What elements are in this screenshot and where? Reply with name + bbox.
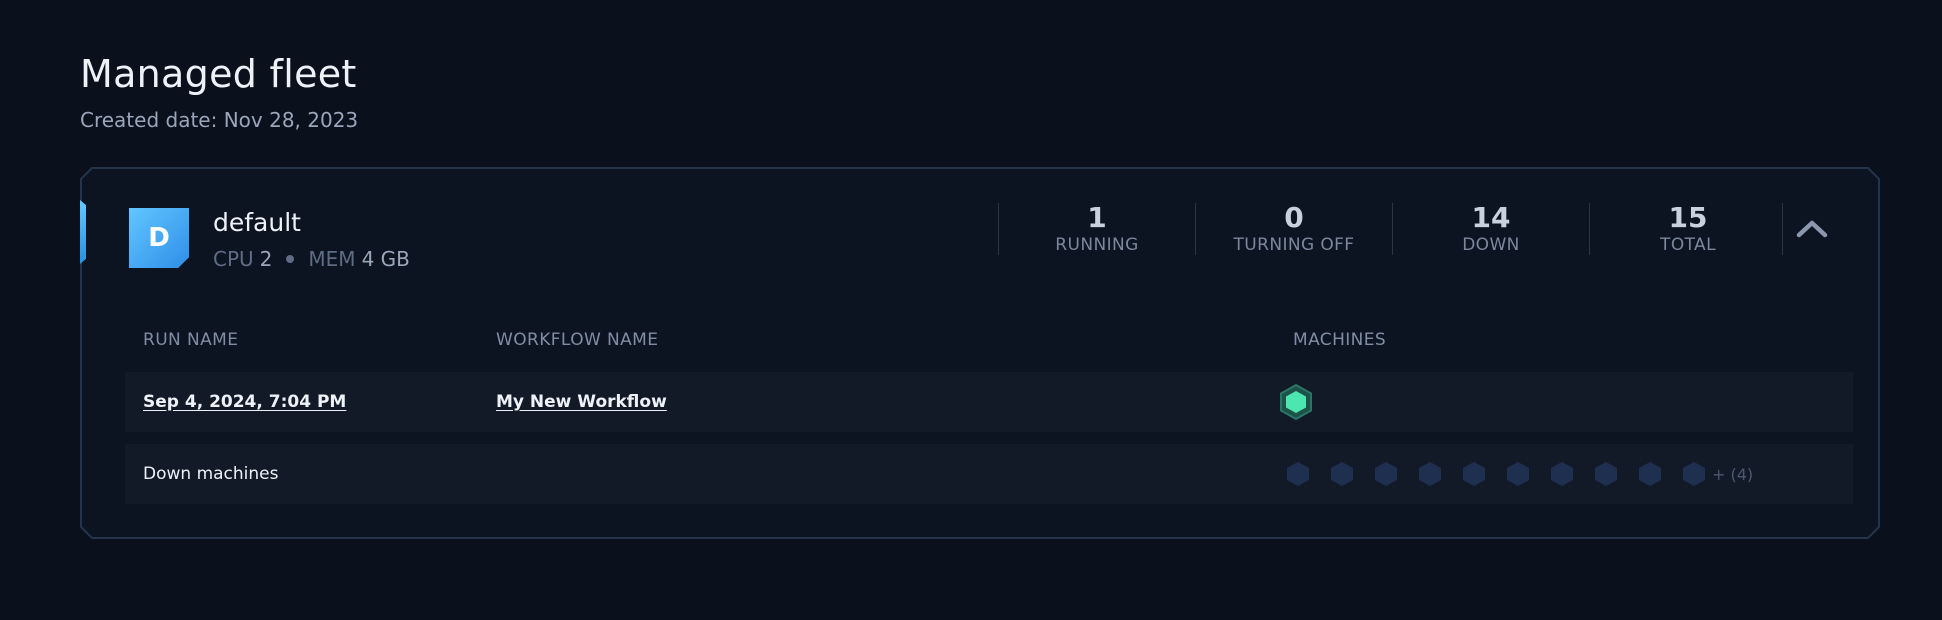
down-machine-hex-icon[interactable] — [1594, 461, 1618, 487]
column-header-machines: MACHINES — [1293, 330, 1387, 350]
stat-total: 15 TOTAL — [1589, 203, 1786, 255]
running-machines — [1278, 372, 1314, 432]
table-row-down-machines: Down machines + (4) — [125, 444, 1853, 504]
stat-label: RUNNING — [1055, 235, 1139, 255]
stat-value: 1 — [1087, 201, 1107, 234]
spec-separator-dot — [286, 255, 295, 263]
stat-label: TURNING OFF — [1233, 235, 1355, 255]
cpu-label: CPU — [213, 247, 254, 271]
column-header-workflow-name: WORKFLOW NAME — [496, 330, 659, 350]
down-machines-label: Down machines — [143, 464, 279, 484]
down-machines: + (4) — [1286, 444, 1753, 504]
down-machine-hex-icon[interactable] — [1638, 461, 1662, 487]
workflow-name-link[interactable]: My New Workflow — [496, 392, 667, 412]
page-title: Managed fleet — [80, 52, 357, 96]
down-machine-hex-icon[interactable] — [1418, 461, 1442, 487]
fleet-card: D default CPU 2 MEM 4 GB 1 RUNNING 0 TUR… — [80, 167, 1880, 539]
running-machine-hex-icon[interactable] — [1278, 383, 1314, 421]
page: Managed fleet Created date: Nov 28, 2023… — [0, 0, 1942, 620]
fleet-avatar: D — [129, 208, 189, 268]
table-row: Sep 4, 2024, 7:04 PM My New Workflow — [125, 372, 1853, 432]
stat-value: 0 — [1284, 201, 1304, 234]
more-down-machines[interactable]: + (4) — [1712, 465, 1753, 484]
down-machine-hex-icon[interactable] — [1506, 461, 1530, 487]
stat-label: TOTAL — [1660, 235, 1716, 255]
down-machine-hex-icon[interactable] — [1374, 461, 1398, 487]
stat-running: 1 RUNNING — [998, 203, 1195, 255]
created-date: Created date: Nov 28, 2023 — [80, 108, 359, 132]
down-machine-hex-icon[interactable] — [1550, 461, 1574, 487]
collapse-button[interactable] — [1782, 203, 1841, 255]
fleet-stats: 1 RUNNING 0 TURNING OFF 14 DOWN 15 TOTAL — [998, 203, 1786, 255]
fleet-specs: CPU 2 MEM 4 GB — [213, 247, 410, 271]
chevron-up-icon — [1796, 220, 1828, 238]
stat-value: 15 — [1668, 201, 1708, 234]
fleet-name: default — [213, 208, 301, 237]
cpu-value: 2 — [259, 247, 273, 271]
stat-turning-off: 0 TURNING OFF — [1195, 203, 1392, 255]
mem-label: MEM — [308, 247, 356, 271]
stat-down: 14 DOWN — [1392, 203, 1589, 255]
stat-value: 14 — [1471, 201, 1511, 234]
mem-value: 4 GB — [361, 247, 410, 271]
fleet-accent-tab — [80, 200, 86, 264]
down-machine-hex-icon[interactable] — [1682, 461, 1706, 487]
down-machine-hex-icon[interactable] — [1462, 461, 1486, 487]
column-header-run-name: RUN NAME — [143, 330, 239, 350]
down-machine-hex-icon[interactable] — [1330, 461, 1354, 487]
stat-label: DOWN — [1462, 235, 1520, 255]
down-machine-hex-icon[interactable] — [1286, 461, 1310, 487]
run-name-link[interactable]: Sep 4, 2024, 7:04 PM — [143, 392, 346, 412]
